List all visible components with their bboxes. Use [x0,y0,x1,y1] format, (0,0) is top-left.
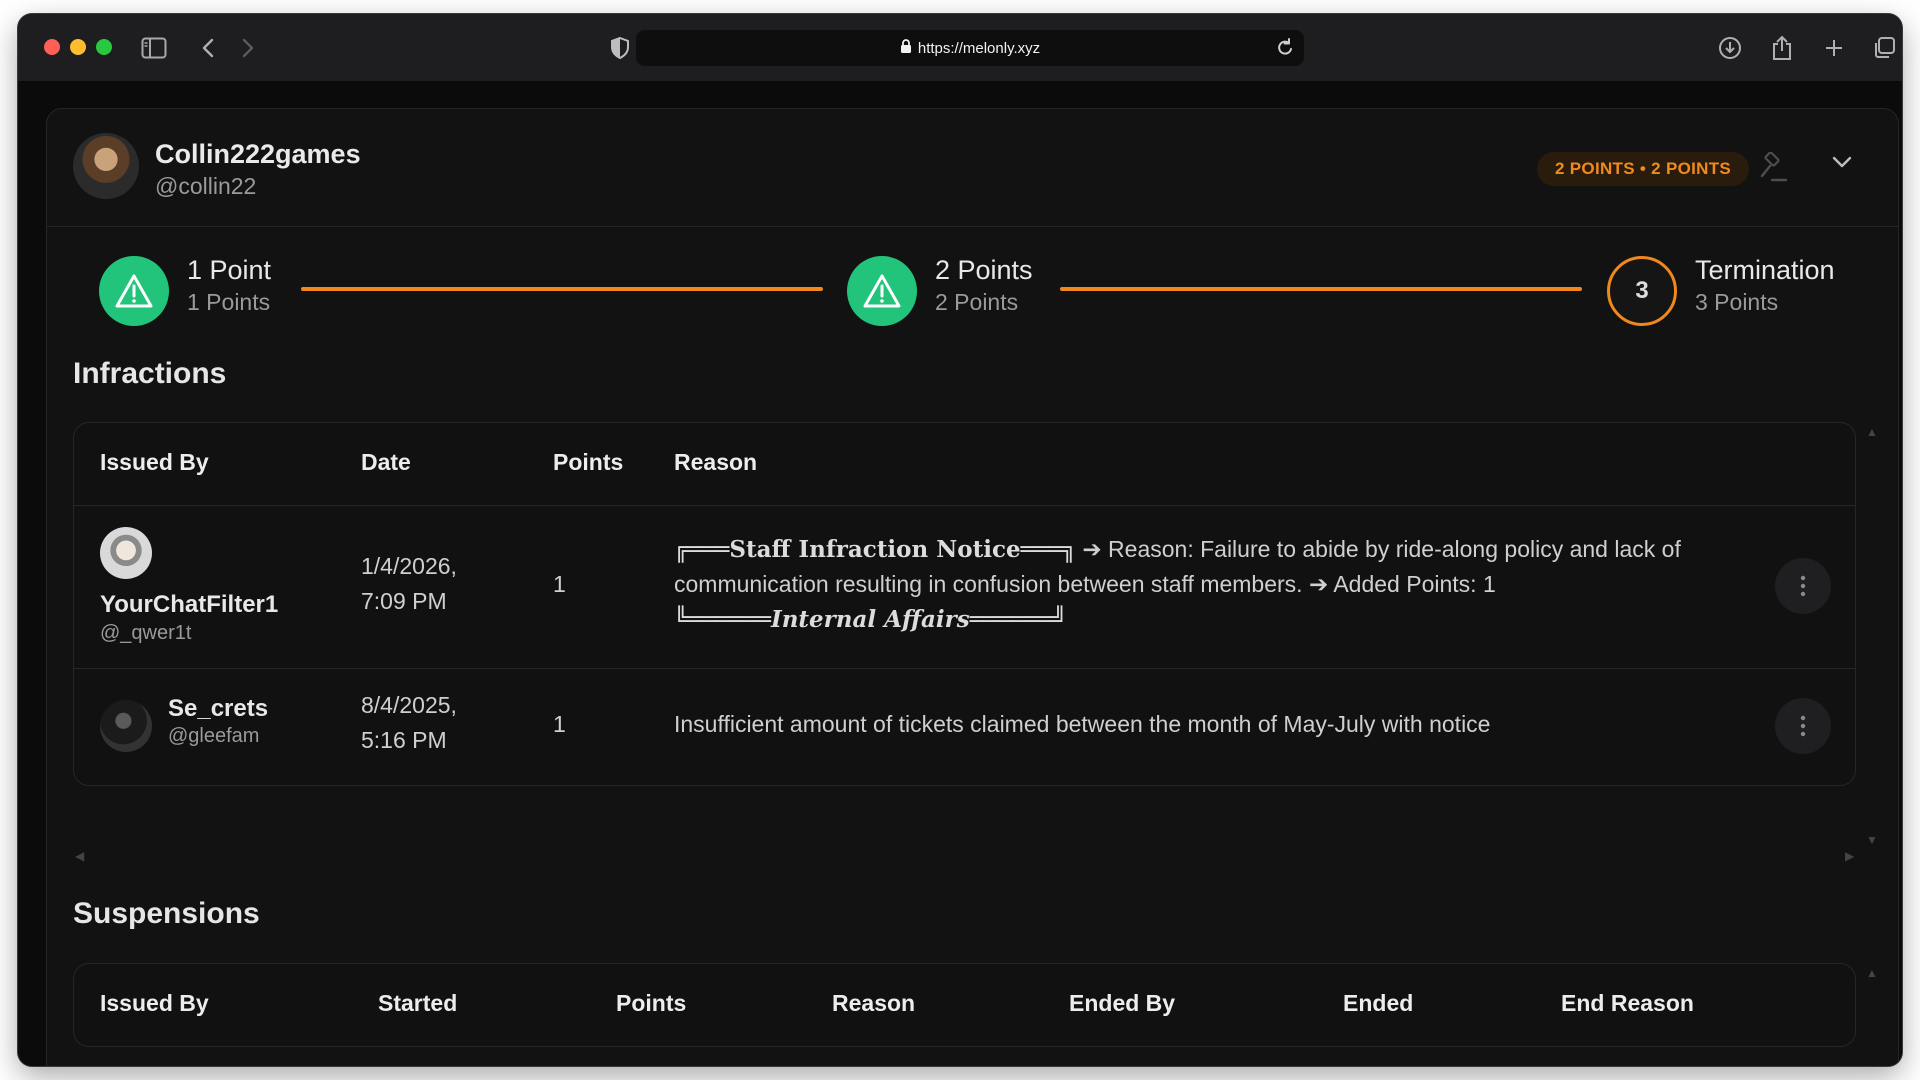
reload-icon[interactable] [1276,38,1294,63]
infractions-table: Issued By Date Points Reason YourChatFil… [73,422,1856,786]
new-tab-icon[interactable] [1820,34,1848,62]
col-reason[interactable]: Reason [832,990,915,1017]
tab-overview-icon[interactable] [1870,34,1898,62]
back-icon[interactable] [194,34,222,62]
reason-footer-prefix: ╚══════ [674,606,771,633]
reason-text-line1: ➔ Reason: Failure to abide by ride-along… [1076,536,1681,562]
col-ended[interactable]: Ended [1343,990,1413,1017]
infraction-points: 1 [553,571,566,597]
avatar [100,527,152,579]
infraction-points: 1 [553,711,566,737]
minimize-window-button[interactable] [70,39,86,55]
step-3-circle: 3 [1607,256,1677,326]
member-header[interactable]: Collin222games @collin22 2 POINTS • 2 PO… [47,109,1898,227]
step-3-subtitle: 3 Points [1695,289,1779,315]
step-1-subtitle: 1 Points [187,289,271,315]
address-bar[interactable]: https://melonly.xyz [636,30,1304,66]
issuer-handle: @gleefam [168,725,260,747]
step-1-circle [99,256,169,326]
warning-icon [115,274,153,308]
browser-toolbar: https://melonly.xyz [18,14,1902,82]
more-vertical-icon [1800,715,1806,737]
avatar [100,700,152,752]
col-started[interactable]: Started [378,990,457,1017]
divider [74,505,1855,506]
reason-header-prefix: ╔═══ [674,536,730,563]
gavel-icon[interactable] [1757,151,1789,189]
issuer-handle: @_qwer1t [100,622,192,644]
infraction-date-line2: 7:09 PM [361,588,447,614]
scroll-up-arrow[interactable]: ▲ [1866,966,1878,980]
row-more-button[interactable] [1775,698,1831,754]
step-2-title: 2 Points [935,255,1033,285]
warning-icon [863,274,901,308]
reason-header-suffix: ═══╗ [1020,536,1076,563]
infraction-reason: ╔═══Staff Infraction Notice═══╗ ➔ Reason… [674,532,1684,637]
col-reason[interactable]: Reason [674,449,757,476]
col-issued-by[interactable]: Issued By [100,449,209,476]
sidebar-toggle-icon[interactable] [140,34,168,62]
more-vertical-icon [1800,575,1806,597]
suspensions-table: Issued By Started Points Reason Ended By… [73,963,1856,1047]
progress-bar-2 [1060,287,1582,291]
close-window-button[interactable] [44,39,60,55]
avatar [73,133,139,199]
infraction-date-line1: 8/4/2025, [361,692,457,718]
issuer-name: Se_crets [168,695,269,722]
member-card: Collin222games @collin22 2 POINTS • 2 PO… [46,108,1899,1066]
infraction-date-line2: 5:16 PM [361,727,447,753]
step-2-circle [847,256,917,326]
scroll-up-arrow[interactable]: ▲ [1866,425,1878,439]
step-1-title: 1 Point [187,255,272,285]
lock-icon [900,38,912,58]
points-badge: 2 POINTS • 2 POINTS [1537,152,1750,186]
col-ended-by[interactable]: Ended By [1069,990,1175,1017]
chevron-down-icon[interactable] [1831,155,1853,174]
divider [74,668,1855,669]
infraction-reason: Insufficient amount of tickets claimed b… [674,711,1491,737]
page-content: Collin222games @collin22 2 POINTS • 2 PO… [18,82,1902,1066]
progress-bar-1 [301,287,823,291]
scroll-down-arrow[interactable]: ▼ [1866,833,1878,847]
issuer-name: YourChatFilter1 [100,591,279,618]
col-points[interactable]: Points [553,449,623,476]
step-3-title: Termination [1695,255,1835,285]
scroll-left-arrow[interactable]: ◀ [75,849,84,863]
col-end-reason[interactable]: End Reason [1561,990,1694,1017]
reason-text-line2: communication resulting in confusion bet… [674,571,1496,597]
step-2-subtitle: 2 Points [935,289,1019,315]
col-issued-by[interactable]: Issued By [100,990,209,1017]
suspensions-title: Suspensions [73,897,260,930]
member-handle: @collin22 [155,173,257,199]
member-display-name: Collin222games [155,139,361,169]
privacy-shield-icon[interactable] [606,34,634,62]
infractions-title: Infractions [73,357,227,390]
infraction-date-line1: 1/4/2026, [361,553,457,579]
scroll-right-arrow[interactable]: ▶ [1845,849,1854,863]
url-text: https://melonly.xyz [917,39,1041,57]
col-date[interactable]: Date [361,449,411,476]
maximize-window-button[interactable] [96,39,112,55]
share-icon[interactable] [1768,34,1796,62]
reason-header: Staff Infraction Notice [729,536,1021,563]
reason-footer: Internal Affairs [770,606,970,633]
step-3-number: 3 [1635,277,1649,304]
row-more-button[interactable] [1775,558,1831,614]
browser-window: https://melonly.xyz Collin222games @coll… [18,14,1902,1066]
reason-footer-suffix: ══════╝ [969,606,1067,633]
forward-icon[interactable] [234,34,262,62]
col-points[interactable]: Points [616,990,686,1017]
downloads-icon[interactable] [1716,34,1744,62]
